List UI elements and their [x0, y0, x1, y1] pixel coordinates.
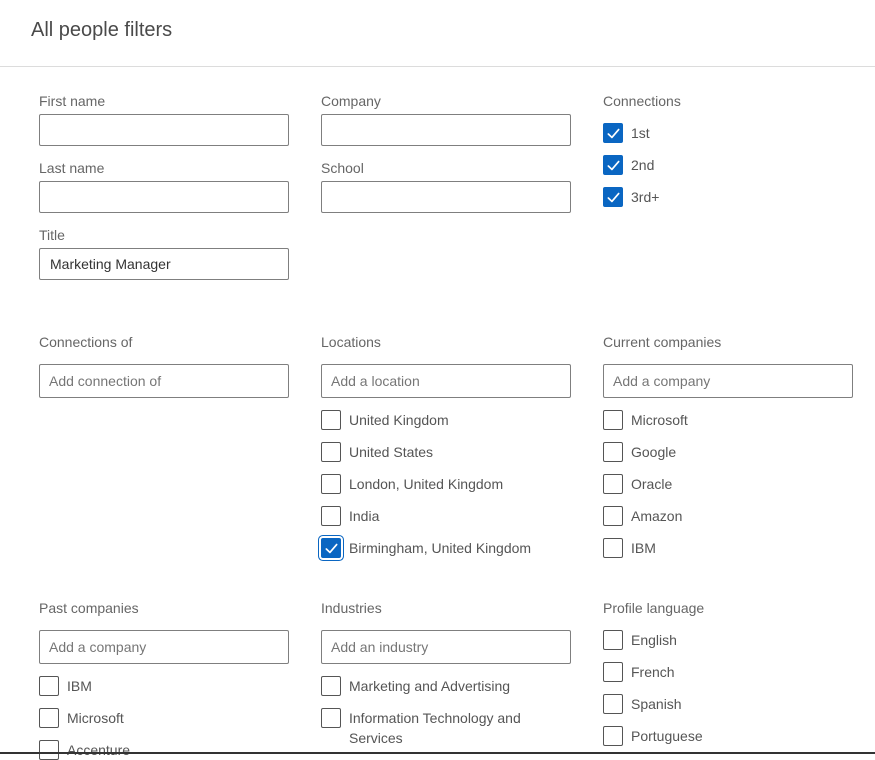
- checkbox-label: Marketing and Advertising: [349, 678, 511, 694]
- checkbox[interactable]: [321, 442, 341, 462]
- title-input[interactable]: [39, 248, 289, 280]
- checkbox-label: Spanish: [631, 696, 682, 712]
- modal-header: All people filters: [0, 0, 875, 67]
- profile-language-option[interactable]: Portuguese: [603, 726, 703, 746]
- connections-label: Connections: [603, 93, 681, 109]
- checkbox-label: Amazon: [631, 508, 683, 524]
- checkbox[interactable]: [321, 410, 341, 430]
- connections-option[interactable]: 3rd+: [603, 187, 659, 207]
- profile-language-option[interactable]: French: [603, 662, 675, 682]
- company-input[interactable]: [321, 114, 571, 146]
- locations-option[interactable]: Birmingham, United Kingdom: [321, 538, 531, 558]
- checkbox-label: United States: [349, 444, 434, 460]
- current-companies-option[interactable]: Amazon: [603, 506, 682, 526]
- checkbox-label: French: [631, 664, 675, 680]
- checkbox-label: United Kingdom: [349, 412, 449, 428]
- checkbox-label: Microsoft: [67, 710, 124, 726]
- connections-of-label: Connections of: [39, 334, 133, 350]
- checkbox[interactable]: [603, 662, 623, 682]
- title-label: Title: [39, 227, 65, 243]
- checkbox[interactable]: [603, 630, 623, 650]
- past-companies-option[interactable]: Accenture: [39, 740, 130, 760]
- checkbox-label: Information Technology and Services: [349, 710, 521, 746]
- checkbox-label: India: [349, 508, 380, 524]
- checkbox-label: IBM: [631, 540, 656, 556]
- checkmark-icon: [607, 192, 619, 202]
- checkbox-label: London, United Kingdom: [349, 476, 504, 492]
- past-companies-input[interactable]: [39, 630, 289, 664]
- checkbox[interactable]: [603, 410, 623, 430]
- past-companies-label: Past companies: [39, 600, 139, 616]
- profile-language-label: Profile language: [603, 600, 705, 616]
- checkbox[interactable]: [603, 694, 623, 714]
- checkmark-icon: [325, 543, 337, 553]
- industries-option[interactable]: Information Technology and Services: [321, 708, 549, 748]
- current-companies-option[interactable]: IBM: [603, 538, 656, 558]
- checkbox-label: IBM: [67, 678, 92, 694]
- company-label: Company: [321, 93, 381, 109]
- connections-of-input[interactable]: [39, 364, 289, 398]
- locations-option[interactable]: United Kingdom: [321, 410, 449, 430]
- checkbox[interactable]: [603, 506, 623, 526]
- locations-option[interactable]: India: [321, 506, 379, 526]
- checkbox[interactable]: [39, 740, 59, 760]
- first-name-label: First name: [39, 93, 106, 109]
- checkbox[interactable]: [321, 708, 341, 728]
- checkbox[interactable]: [603, 123, 623, 143]
- past-companies-option[interactable]: IBM: [39, 676, 92, 696]
- checkmark-icon: [607, 160, 619, 170]
- connections-option[interactable]: 2nd: [603, 155, 654, 175]
- checkbox[interactable]: [39, 708, 59, 728]
- checkbox-label: Accenture: [67, 742, 131, 758]
- industries-option[interactable]: Marketing and Advertising: [321, 676, 549, 696]
- checkbox-label: Microsoft: [631, 412, 688, 428]
- checkbox-label: 2nd: [631, 157, 655, 173]
- checkbox[interactable]: [603, 442, 623, 462]
- checkbox[interactable]: [321, 676, 341, 696]
- checkbox[interactable]: [321, 538, 341, 558]
- current-companies-option[interactable]: Oracle: [603, 474, 672, 494]
- checkbox-label: Birmingham, United Kingdom: [349, 540, 532, 556]
- current-companies-input[interactable]: [603, 364, 853, 398]
- checkbox[interactable]: [603, 155, 623, 175]
- current-companies-option[interactable]: Microsoft: [603, 410, 688, 430]
- connections-option[interactable]: 1st: [603, 123, 650, 143]
- checkbox[interactable]: [321, 506, 341, 526]
- profile-language-option[interactable]: Spanish: [603, 694, 682, 714]
- checkbox-label: Google: [631, 444, 677, 460]
- last-name-label: Last name: [39, 160, 105, 176]
- locations-option[interactable]: London, United Kingdom: [321, 474, 503, 494]
- checkbox[interactable]: [603, 726, 623, 746]
- checkbox-label: English: [631, 632, 677, 648]
- page-title: All people filters: [31, 19, 173, 41]
- school-label: School: [321, 160, 364, 176]
- last-name-input[interactable]: [39, 181, 289, 213]
- locations-input[interactable]: [321, 364, 571, 398]
- school-input[interactable]: [321, 181, 571, 213]
- checkbox-label: 1st: [631, 125, 650, 141]
- checkbox[interactable]: [603, 187, 623, 207]
- checkbox[interactable]: [603, 538, 623, 558]
- locations-option[interactable]: United States: [321, 442, 433, 462]
- industries-label: Industries: [321, 600, 382, 616]
- checkmark-icon: [607, 128, 619, 138]
- industries-input[interactable]: [321, 630, 571, 664]
- profile-language-option[interactable]: English: [603, 630, 677, 650]
- current-companies-label: Current companies: [603, 334, 722, 350]
- checkbox-label: 3rd+: [631, 189, 660, 205]
- checkbox[interactable]: [321, 474, 341, 494]
- current-companies-option[interactable]: Google: [603, 442, 676, 462]
- checkbox[interactable]: [603, 474, 623, 494]
- checkbox-label: Portuguese: [631, 728, 703, 744]
- checkbox-label: Oracle: [631, 476, 673, 492]
- checkbox[interactable]: [39, 676, 59, 696]
- locations-label: Locations: [321, 334, 381, 350]
- first-name-input[interactable]: [39, 114, 289, 146]
- past-companies-option[interactable]: Microsoft: [39, 708, 124, 728]
